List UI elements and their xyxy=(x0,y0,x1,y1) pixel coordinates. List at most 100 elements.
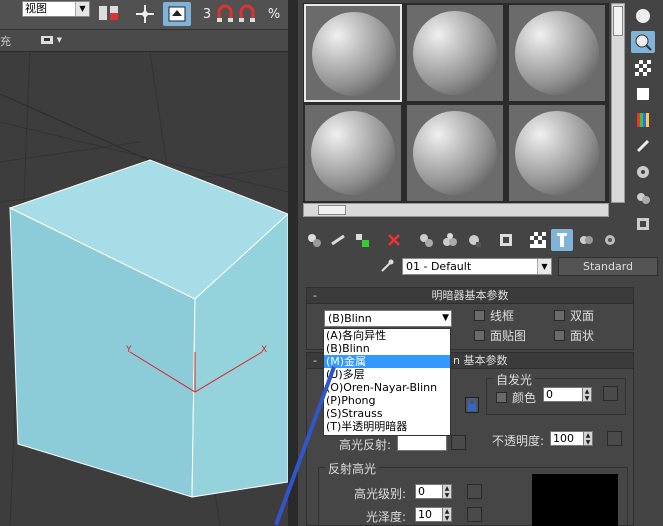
snap-number: 3 xyxy=(202,6,212,22)
specular-color-swatch[interactable] xyxy=(397,434,447,451)
video-color-check-icon[interactable] xyxy=(631,109,655,131)
show-map-in-viewport-icon[interactable] xyxy=(527,229,549,251)
material-id-channel-icon[interactable] xyxy=(495,229,517,251)
shader-type-dropdown-list[interactable]: (A)各向异性 (B)Blinn (M)金属 (U)多层 (O)Oren-Nay… xyxy=(323,328,451,436)
shader-option[interactable]: (A)各向异性 xyxy=(324,329,450,342)
percent-snap-icon[interactable]: % xyxy=(262,2,286,26)
chevron-down-icon: ▼ xyxy=(442,313,449,323)
row2-label: 充 xyxy=(0,35,11,48)
faceted-label: 面状 xyxy=(570,329,595,343)
two-sided-checkbox[interactable]: 双面 xyxy=(554,307,594,324)
sample-slots xyxy=(303,3,609,203)
put-to-scene-icon[interactable] xyxy=(327,229,349,251)
reset-map-icon[interactable] xyxy=(383,229,405,251)
shader-type-select[interactable]: (B)Blinn ▼ xyxy=(324,310,452,327)
sample-type-icon[interactable] xyxy=(631,5,655,27)
material-toolbar xyxy=(303,227,653,253)
opacity-map-button[interactable] xyxy=(607,431,622,446)
shader-option[interactable]: (U)多层 xyxy=(324,368,450,381)
spec-level-map-button[interactable] xyxy=(467,484,482,499)
shader-option[interactable]: (B)Blinn xyxy=(324,342,450,355)
annotation-pointer-line xyxy=(274,366,336,526)
svg-text:Y: Y xyxy=(125,345,132,355)
put-to-library-icon[interactable] xyxy=(463,229,485,251)
make-copy-icon[interactable] xyxy=(415,229,437,251)
spinner-arrows[interactable]: ▲ ▼ xyxy=(443,484,452,499)
perspective-viewport[interactable]: Y X xyxy=(0,52,288,526)
shader-option[interactable]: (P)Phong xyxy=(324,394,450,407)
shader-option[interactable]: (T)半透明明暗器 xyxy=(324,420,450,433)
options-icon[interactable] xyxy=(631,161,655,183)
specular-map-button[interactable] xyxy=(451,435,466,450)
pivot-icon[interactable] xyxy=(95,2,123,26)
material-name-field[interactable]: 01 - Default ▼ xyxy=(402,258,552,275)
percent-symbol: % xyxy=(267,6,281,22)
make-preview-icon[interactable] xyxy=(631,135,655,157)
checkbox-box[interactable] xyxy=(496,392,507,403)
spec-level-spinner[interactable]: 0 ▲ ▼ xyxy=(415,483,452,500)
gloss-spinner[interactable]: 10 ▲ ▼ xyxy=(415,506,452,523)
slots-horizontal-scrollbar[interactable] xyxy=(303,203,609,217)
face-map-label: 面贴图 xyxy=(490,329,527,343)
viewport-layout-dropdown[interactable]: ▼ xyxy=(40,34,62,46)
faceted-checkbox[interactable]: 面状 xyxy=(554,327,594,344)
layout-icon xyxy=(41,36,53,44)
select-by-material-icon[interactable] xyxy=(631,187,655,209)
select-and-manipulate-icon[interactable] xyxy=(132,2,158,26)
material-type-button[interactable]: Standard xyxy=(558,257,658,276)
opacity-spinner[interactable]: 100 ▲ ▼ xyxy=(550,430,593,447)
material-name-value: 01 - Default xyxy=(406,260,472,273)
sample-slot-4[interactable] xyxy=(304,104,402,202)
sample-uv-tiling-icon[interactable] xyxy=(631,83,655,105)
shader-option-highlighted[interactable]: (M)金属 xyxy=(324,355,450,368)
snap-toggle-icon[interactable]: 3 xyxy=(200,2,214,26)
sample-sphere xyxy=(312,12,396,96)
sample-slot-1[interactable] xyxy=(304,4,402,102)
two-sided-label: 双面 xyxy=(570,309,595,323)
show-end-result-icon[interactable] xyxy=(551,229,573,251)
spinner-arrows[interactable]: ▲ ▼ xyxy=(584,431,593,446)
percent-snap-magnet-icon[interactable] xyxy=(236,2,258,26)
spec-level-input[interactable]: 0 xyxy=(415,484,443,499)
sample-slot-5[interactable] xyxy=(406,104,504,202)
sample-slot-6[interactable] xyxy=(508,104,606,202)
face-map-checkbox[interactable]: 面贴图 xyxy=(474,327,526,344)
scroll-thumb[interactable] xyxy=(613,6,623,36)
checkbox-box[interactable] xyxy=(554,330,565,341)
keyboard-shortcut-override-icon[interactable] xyxy=(163,2,191,26)
angle-snap-icon[interactable] xyxy=(214,2,236,26)
checkbox-box[interactable] xyxy=(474,330,485,341)
self-illum-map-button[interactable] xyxy=(603,386,618,401)
slots-vertical-scrollbar[interactable] xyxy=(611,3,625,203)
side-tool-icons xyxy=(628,3,658,239)
checkbox-box[interactable] xyxy=(474,310,485,321)
assign-to-selection-icon[interactable] xyxy=(351,229,373,251)
backlight-icon[interactable] xyxy=(631,31,655,53)
get-material-icon[interactable] xyxy=(303,229,325,251)
shader-select-value: (B)Blinn xyxy=(328,312,372,325)
self-illum-color-checkbox[interactable]: 颜色 xyxy=(496,389,536,406)
spinner-arrows[interactable]: ▲ ▼ xyxy=(583,387,592,402)
spinner-arrows[interactable]: ▲ ▼ xyxy=(443,507,452,522)
wire-label: 线框 xyxy=(490,309,515,323)
rollout-title-shader[interactable]: - 明暗器基本参数 xyxy=(307,288,633,304)
opacity-input[interactable]: 100 xyxy=(550,431,584,446)
eyedropper-icon[interactable] xyxy=(378,257,396,275)
go-forward-to-sibling-icon[interactable] xyxy=(599,229,621,251)
reference-coordinate-select[interactable]: 视图 ▼ xyxy=(22,1,90,17)
scroll-thumb[interactable] xyxy=(318,205,346,215)
lock-icon[interactable] xyxy=(465,397,479,413)
sample-slot-2[interactable] xyxy=(406,4,504,102)
shader-option[interactable]: (S)Strauss xyxy=(324,407,450,420)
checkbox-box[interactable] xyxy=(554,310,565,321)
make-unique-icon[interactable] xyxy=(439,229,461,251)
gloss-input[interactable]: 10 xyxy=(415,507,443,522)
self-illum-input[interactable]: 0 xyxy=(543,387,583,402)
wire-checkbox[interactable]: 线框 xyxy=(474,307,514,324)
shader-option[interactable]: (O)Oren-Nayar-Blinn xyxy=(324,381,450,394)
gloss-map-button[interactable] xyxy=(467,507,482,522)
go-to-parent-icon[interactable] xyxy=(575,229,597,251)
self-illum-spinner[interactable]: 0 ▲ ▼ xyxy=(543,386,592,403)
sample-slot-3[interactable] xyxy=(508,4,606,102)
checker-background-icon[interactable] xyxy=(631,57,655,79)
